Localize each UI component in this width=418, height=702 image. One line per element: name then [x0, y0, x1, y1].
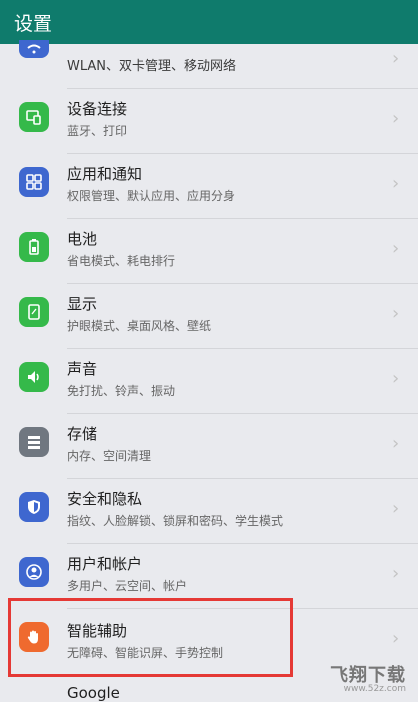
settings-item-sound[interactable]: 声音 免打扰、铃声、振动 › [0, 348, 418, 413]
item-title: 设备连接 [67, 100, 128, 118]
settings-item-wlan[interactable]: WLAN、双卡管理、移动网络 › [0, 40, 418, 86]
shield-icon [19, 492, 49, 522]
wifi-icon [19, 40, 49, 58]
speaker-icon [19, 362, 49, 392]
item-title: 声音 [67, 360, 98, 378]
watermark-sub: www.52z.com [343, 684, 406, 694]
settings-item-battery[interactable]: 电池 省电模式、耗电排行 › [0, 218, 418, 283]
apps-grid-icon [19, 167, 49, 197]
chevron-right-icon: › [392, 173, 400, 194]
settings-item-device-connection[interactable]: 设备连接 蓝牙、打印 › [0, 88, 418, 153]
item-title: 存储 [67, 425, 98, 443]
watermark: 飞翔下载 www.52z.com [300, 661, 418, 699]
settings-item-display[interactable]: 显示 护眼模式、桌面风格、壁纸 › [0, 283, 418, 348]
chevron-right-icon: › [392, 238, 400, 259]
chevron-right-icon: › [392, 368, 400, 389]
chevron-right-icon: › [392, 303, 400, 324]
item-subtitle: 指纹、人脸解锁、锁屏和密码、学生模式 [67, 514, 284, 528]
item-title: 电池 [67, 230, 98, 248]
item-subtitle: 省电模式、耗电排行 [67, 254, 176, 268]
item-subtitle: 内存、空间清理 [67, 449, 152, 463]
chevron-right-icon: › [392, 563, 400, 584]
settings-item-security-privacy[interactable]: 安全和隐私 指纹、人脸解锁、锁屏和密码、学生模式 › [0, 478, 418, 543]
settings-item-google-title[interactable]: Google [67, 684, 120, 702]
item-subtitle: 蓝牙、打印 [67, 124, 128, 138]
item-subtitle: 免打扰、铃声、振动 [67, 384, 176, 398]
item-subtitle: 多用户、云空间、帐户 [67, 579, 188, 593]
chevron-right-icon: › [392, 628, 400, 649]
storage-icon [19, 427, 49, 457]
device-connection-icon [19, 102, 49, 132]
highlight-box [8, 598, 293, 677]
item-title: 用户和帐户 [67, 555, 143, 573]
wlan-subtitle: WLAN、双卡管理、移动网络 [67, 59, 237, 74]
item-subtitle: 权限管理、默认应用、应用分身 [67, 189, 236, 203]
user-icon [19, 557, 49, 587]
item-title: 应用和通知 [67, 165, 143, 183]
chevron-right-icon: › [392, 108, 400, 129]
battery-icon [19, 232, 49, 262]
chevron-right-icon: › [392, 48, 400, 69]
chevron-right-icon: › [392, 433, 400, 454]
chevron-right-icon: › [392, 498, 400, 519]
item-subtitle: 护眼模式、桌面风格、壁纸 [67, 319, 212, 333]
display-icon [19, 297, 49, 327]
item-title: 显示 [67, 295, 98, 313]
item-title: 安全和隐私 [67, 490, 143, 508]
app-header: 设置 [0, 0, 418, 44]
page-title: 设置 [14, 13, 53, 35]
settings-item-storage[interactable]: 存储 内存、空间清理 › [0, 413, 418, 478]
settings-item-apps-notifications[interactable]: 应用和通知 权限管理、默认应用、应用分身 › [0, 153, 418, 218]
